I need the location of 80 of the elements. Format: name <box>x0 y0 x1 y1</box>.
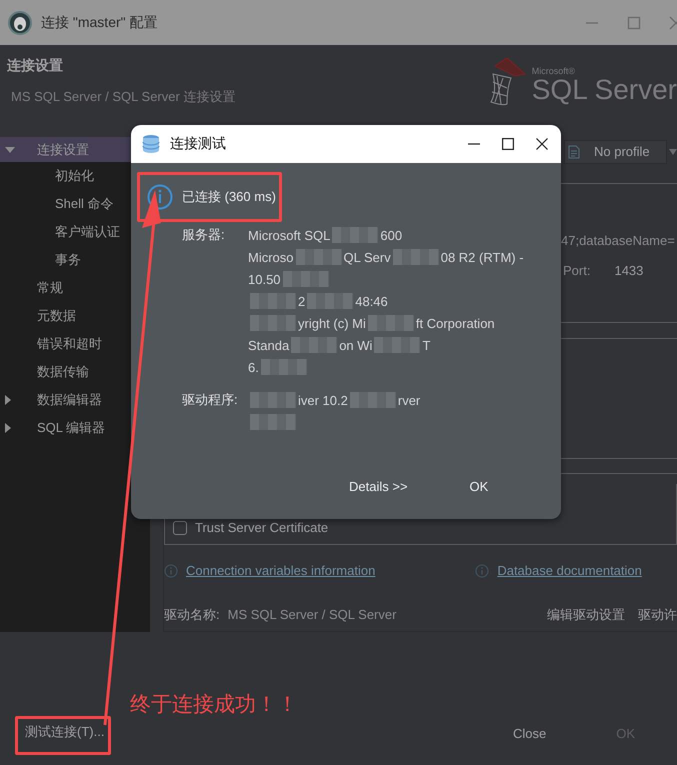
checkbox-label: Trust Server Certificate <box>195 520 328 536</box>
info-text: yright (c) Mi <box>298 316 366 330</box>
collapse-arrow-icon[interactable] <box>5 395 11 405</box>
sidebar-item[interactable]: 错误和超时 <box>0 335 102 353</box>
logo-product: SQL Server <box>532 76 677 104</box>
driver-name-value: MS SQL Server / SQL Server <box>228 607 396 623</box>
info-text: Microsoft SQL <box>248 228 330 242</box>
sidebar-item[interactable]: 数据编辑器 <box>0 391 102 409</box>
help-link[interactable]: Database documentation <box>497 563 642 579</box>
info-label: 服务器: <box>182 226 226 244</box>
driver-action-link[interactable]: 编辑驱动设置 <box>547 607 625 623</box>
info-icon <box>147 184 173 210</box>
blurred-region <box>250 414 296 430</box>
info-text: Microso <box>248 250 294 264</box>
blurred-region <box>350 392 396 408</box>
info-text: on Wi <box>339 338 372 352</box>
info-text: 2 <box>298 294 306 308</box>
info-text: 48:46 <box>355 294 388 308</box>
close-icon[interactable] <box>536 138 548 150</box>
page-title: 连接设置 <box>7 57 64 73</box>
info-text: ft Corporation <box>416 316 495 330</box>
info-icon <box>164 564 178 578</box>
sidebar-item[interactable]: 初始化 <box>0 167 94 185</box>
app-icon <box>8 10 32 34</box>
window-title: 连接 "master" 配置 <box>41 14 158 32</box>
blurred-region <box>250 392 296 408</box>
blurred-region <box>282 271 329 287</box>
logo-brand: Microsoft® <box>532 67 576 76</box>
blurred-region <box>260 359 307 375</box>
info-text: 08 R2 (RTM) - <box>440 250 524 264</box>
expand-arrow-icon[interactable] <box>5 146 15 152</box>
blurred-region <box>392 249 439 265</box>
blurred-region <box>374 337 420 353</box>
sidebar-item[interactable]: Shell 命令 <box>0 195 114 213</box>
info-text: Standa <box>248 338 290 352</box>
checkbox[interactable] <box>173 521 187 535</box>
sidebar-item[interactable]: 常规 <box>0 279 63 297</box>
blurred-region <box>291 337 338 353</box>
info-text: 10.50 <box>248 272 281 286</box>
sidebar-item[interactable]: 客户端认证 <box>0 223 120 241</box>
port-value: 1433 <box>614 263 644 279</box>
info-text: iver 10.2 <box>298 392 348 408</box>
dropdown-arrow-icon[interactable] <box>669 149 677 155</box>
blurred-region <box>296 249 342 265</box>
sidebar-item[interactable]: 连接设置 <box>0 140 89 158</box>
blurred-region <box>307 293 354 309</box>
document-icon <box>568 145 580 159</box>
maximize-icon[interactable] <box>502 138 514 150</box>
help-link[interactable]: Connection variables information <box>186 563 376 579</box>
dialog-title: 连接测试 <box>170 135 226 153</box>
dialog-button[interactable]: OK <box>468 477 490 496</box>
dialog-button[interactable]: Details >> <box>347 477 410 496</box>
blurred-region <box>332 227 378 243</box>
connection-status: 已连接 (360 ms) <box>182 188 276 206</box>
blurred-region <box>250 315 296 331</box>
driver-action-link[interactable]: 驱动许 <box>638 607 677 623</box>
info-text: QL Serv <box>344 250 391 264</box>
driver-name-label: 驱动名称: <box>164 607 220 623</box>
database-logo-icon <box>490 57 526 107</box>
collapse-arrow-icon[interactable] <box>5 423 11 433</box>
info-text: rver <box>398 392 420 408</box>
info-label: 驱动程序: <box>182 391 239 409</box>
annotation-text: 终于连接成功！！ <box>130 692 298 718</box>
sidebar-item[interactable]: 元数据 <box>0 307 76 325</box>
info-icon <box>475 564 490 578</box>
sidebar-item[interactable]: 数据传输 <box>0 363 89 381</box>
sidebar-item[interactable]: 事务 <box>0 251 81 269</box>
database-icon <box>142 134 160 154</box>
sidebar-item[interactable]: SQL 编辑器 <box>0 419 106 437</box>
info-text: T <box>422 338 430 352</box>
blurred-region <box>368 315 414 331</box>
profile-dropdown[interactable]: No profile <box>564 140 667 164</box>
info-text: 600 <box>380 228 402 242</box>
port-label: Port: <box>563 263 590 279</box>
blurred-region <box>250 293 296 309</box>
url-text: 47;databaseName= <box>561 233 676 249</box>
test-connection-button[interactable]: 测试连接(T)... <box>23 721 106 743</box>
info-text: 6. <box>248 360 259 374</box>
page-subtitle: MS SQL Server / SQL Server 连接设置 <box>11 88 236 106</box>
dialog-button[interactable]: Close <box>510 724 548 743</box>
